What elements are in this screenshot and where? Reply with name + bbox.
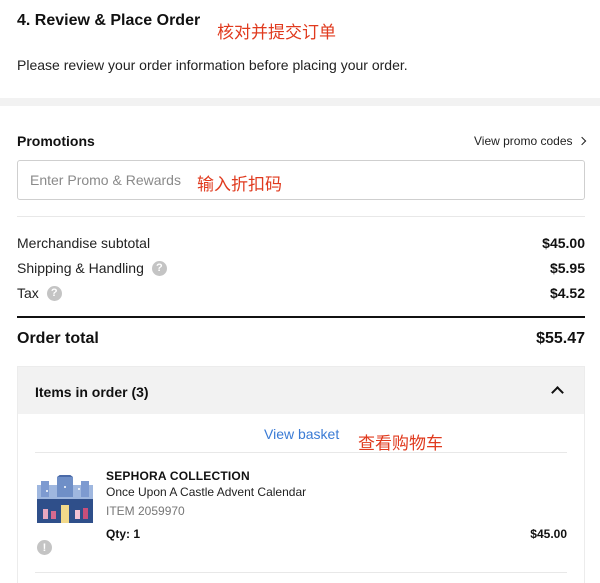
product-brand: SEPHORA COLLECTION	[106, 469, 250, 483]
divider	[35, 452, 567, 453]
review-title: 4. Review & Place Order	[17, 12, 201, 29]
product-price: $45.00	[530, 527, 567, 541]
summary-row-shipping: Shipping & Handling ? $5.95	[17, 260, 585, 280]
tax-value: $4.52	[549, 285, 585, 301]
product-name[interactable]: Once Upon A Castle Advent Calendar	[106, 485, 306, 499]
summary-row-subtotal: Merchandise subtotal $45.00	[17, 235, 585, 255]
product-sku: ITEM 2059970	[106, 504, 185, 518]
alert-icon[interactable]: !	[37, 540, 52, 555]
shipping-label: Shipping & Handling	[17, 260, 144, 276]
view-basket-link[interactable]: View basket	[264, 426, 339, 442]
subtotal-value: $45.00	[542, 235, 585, 251]
divider	[17, 216, 585, 217]
promo-annotation: 输入折扣码	[197, 175, 282, 195]
checkout-page: 4. Review & Place Order 核对并提交订单 Please r…	[0, 0, 600, 583]
total-divider	[17, 316, 585, 318]
promo-code-input[interactable]	[17, 160, 585, 200]
shipping-value: $5.95	[549, 260, 585, 276]
subtotal-label: Merchandise subtotal	[17, 235, 151, 251]
items-in-order-toggle[interactable]: Items in order (3)	[18, 367, 584, 414]
order-total-label: Order total	[17, 330, 99, 347]
product-quantity: Qty: 1	[106, 527, 141, 541]
tax-label: Tax	[17, 285, 39, 301]
items-in-order-title: Items in order (3)	[35, 384, 149, 400]
order-total-value: $55.47	[536, 330, 585, 347]
divider	[35, 572, 567, 573]
review-annotation: 核对并提交订单	[217, 23, 336, 43]
summary-row-tax: Tax ? $4.52	[17, 285, 585, 305]
product-thumbnail[interactable]	[35, 475, 95, 525]
chevron-right-icon	[577, 136, 586, 146]
view-promo-codes-link[interactable]: View promo codes	[474, 134, 586, 148]
promotions-label: Promotions	[17, 133, 95, 149]
section-divider	[0, 98, 600, 106]
help-icon[interactable]: ?	[46, 285, 62, 301]
view-promo-codes-label: View promo codes	[474, 134, 573, 148]
basket-annotation: 查看购物车	[358, 434, 443, 454]
help-icon[interactable]: ?	[151, 260, 167, 276]
review-section: 4. Review & Place Order 核对并提交订单 Please r…	[0, 0, 600, 98]
chevron-up-icon	[551, 386, 564, 399]
items-in-order-panel: Items in order (3) View basket 查看购物车 SEP…	[17, 366, 585, 583]
review-description: Please review your order information bef…	[17, 57, 408, 73]
